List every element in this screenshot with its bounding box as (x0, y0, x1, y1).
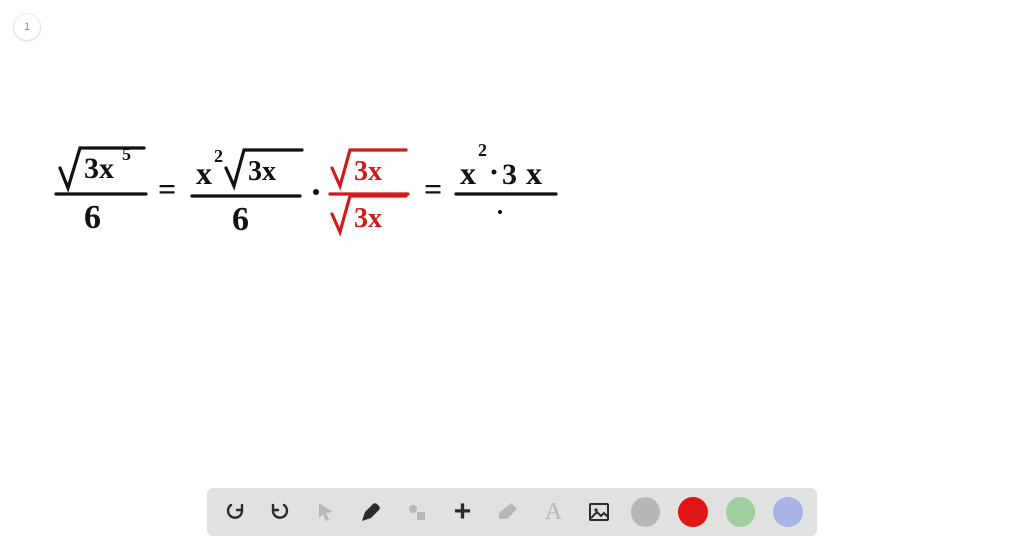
t4-a: x (460, 155, 476, 191)
t2-coef: x (196, 155, 212, 191)
pointer-icon (314, 500, 338, 524)
t4-a-exp: 2 (478, 140, 487, 160)
t4-c: x (526, 155, 542, 191)
multiply-dot-2 (492, 170, 497, 175)
image-icon (587, 500, 611, 524)
t1-den: 6 (84, 199, 101, 236)
pointer-button[interactable] (312, 498, 340, 526)
pen-icon (359, 500, 383, 524)
t2-under-root: 3x (248, 156, 276, 187)
redo-icon (268, 500, 292, 524)
equals-2: = (424, 171, 442, 207)
t1-exp: 5 (122, 144, 131, 164)
color-green[interactable] (726, 497, 756, 527)
den-dot (498, 210, 502, 214)
color-blue[interactable] (773, 497, 803, 527)
t3-den-under-root: 3x (354, 203, 382, 234)
equals-1: = (158, 171, 176, 207)
redo-button[interactable] (267, 498, 295, 526)
t3-num-under-root: 3x (354, 156, 382, 187)
t2-den: 6 (232, 201, 249, 238)
shapes-button[interactable] (403, 498, 431, 526)
toolbar: + A (207, 488, 817, 536)
text-button[interactable]: A (540, 498, 568, 526)
add-button[interactable]: + (449, 498, 477, 526)
t2-coef-exp: 2 (214, 146, 223, 166)
color-gray[interactable] (631, 497, 661, 527)
pen-button[interactable] (358, 498, 386, 526)
undo-icon (223, 500, 247, 524)
color-red[interactable] (678, 497, 708, 527)
shapes-icon (405, 500, 429, 524)
image-button[interactable] (585, 498, 613, 526)
t4-b: 3 (502, 158, 517, 191)
multiply-dot-1 (313, 189, 319, 195)
undo-button[interactable] (221, 498, 249, 526)
eraser-icon (496, 500, 520, 524)
whiteboard-canvas[interactable]: 3x 5 6 = x 2 3x 6 3x 3x = x 2 3 x (0, 0, 1024, 500)
eraser-button[interactable] (494, 498, 522, 526)
t1-under-root: 3x (84, 152, 114, 185)
